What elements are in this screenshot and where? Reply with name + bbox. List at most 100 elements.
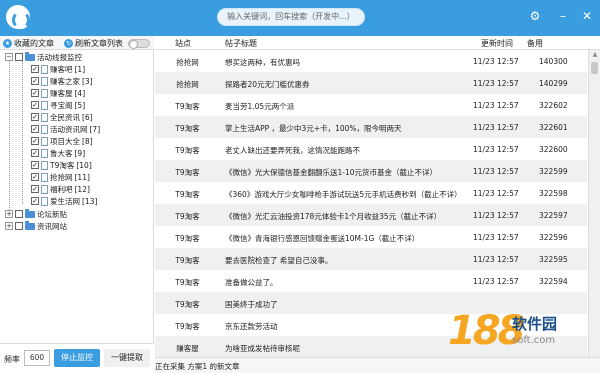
tree-item-label: 爱生活网 <box>50 196 80 206</box>
tree-item-label: T9淘客 <box>50 160 75 170</box>
checkbox-checked[interactable]: ✓ <box>31 161 39 169</box>
row-title[interactable]: 老丈人缺出还要弄死我，这情况能跑路不 <box>225 145 470 156</box>
close-icon[interactable]: ✕ <box>580 9 594 23</box>
table-row[interactable]: T9淘客 掌上生活APP ，最少中3元+卡，100%，限今明两天 11/23 1… <box>155 116 587 138</box>
checkbox-checked[interactable]: ✓ <box>31 137 39 145</box>
row-site: T9淘客 <box>175 168 200 177</box>
checkbox-checked[interactable]: ✓ <box>31 77 39 85</box>
table-row[interactable]: T9淘客 《360》游戏大厅少女咖啡枪手游试玩送5元手机话费秒到（截止不详） 1… <box>155 182 587 204</box>
row-title[interactable]: 京东还款劳活动 <box>225 321 470 332</box>
tree-guide-line <box>9 58 10 218</box>
auto-refresh-toggle[interactable] <box>128 39 150 49</box>
gear-icon[interactable]: ⚙ <box>528 9 542 23</box>
tree-group-activity[interactable]: − 活动线报监控 <box>5 51 82 63</box>
refresh-list-button[interactable]: ↻ 刷新文章列表 <box>64 37 123 49</box>
tree-item-label: 福利吧 <box>50 184 73 194</box>
row-title[interactable]: 国美终于成功了 <box>225 299 470 310</box>
tree-item-label: 项目大全 <box>50 136 80 146</box>
tree-group-label: 资讯网站 <box>37 221 67 231</box>
tree-guide-line <box>22 60 23 204</box>
row-id: 322594 <box>539 277 568 286</box>
row-site: T9淘客 <box>175 300 200 309</box>
row-title[interactable]: 掌上生活APP ，最少中3元+卡，100%，限今明两天 <box>225 123 470 134</box>
tree-item[interactable]: ✓ 寻宝阁 [5] <box>31 99 85 111</box>
tree-item[interactable]: ✓ 活动资讯网 [7] <box>31 123 100 135</box>
table-row[interactable]: T9淘客 麦当劳1.05元两个派 11/23 12:57 322602 <box>155 94 587 116</box>
tree-item[interactable]: ✓ 项目大全 [8] <box>31 135 93 147</box>
tree-item[interactable]: ✓ 爱生活网 [13] <box>31 195 97 207</box>
expand-icon[interactable]: + <box>5 222 13 230</box>
document-icon <box>41 148 48 158</box>
frequency-input[interactable]: 600 <box>24 350 50 366</box>
column-header-spare[interactable]: 备用 <box>527 38 543 49</box>
checkbox-checked[interactable]: ✓ <box>31 173 39 181</box>
row-title[interactable]: 麦当劳1.05元两个派 <box>225 101 470 112</box>
row-id: 322595 <box>539 255 568 264</box>
tree-item[interactable]: ✓ 福利吧 [12] <box>31 183 90 195</box>
checkbox[interactable] <box>15 210 23 218</box>
row-time: 11/23 12:57 <box>473 167 519 176</box>
row-title[interactable]: 《微信》青海银行感恩回馈赠金蛋送10M-1G（截止不详） <box>225 233 470 244</box>
document-icon <box>41 172 48 182</box>
row-title[interactable]: 准备做公益了。 <box>225 277 470 288</box>
checkbox[interactable] <box>15 53 23 61</box>
column-header-title[interactable]: 帖子标题 <box>225 38 257 49</box>
checkbox-checked[interactable]: ✓ <box>31 113 39 121</box>
checkbox-checked[interactable]: ✓ <box>31 149 39 157</box>
tree-item[interactable]: ✓ 鲁大客 [9] <box>31 147 85 159</box>
table-row[interactable]: T9淘客 准备做公益了。 11/23 12:57 322594 <box>155 270 587 292</box>
collapse-icon[interactable]: − <box>5 53 13 61</box>
row-title[interactable]: 《360》游戏大厅少女咖啡枪手游试玩送5元手机话费秒到（截止不详） <box>225 189 470 200</box>
tree-group-forum[interactable]: + 论坛新贴 <box>5 208 67 220</box>
table-row[interactable]: T9淘客 老丈人缺出还要弄死我，这情况能跑路不 11/23 12:57 3226… <box>155 138 587 160</box>
tree-item[interactable]: ✓ 抢抢网 [11] <box>31 171 90 183</box>
row-id: 322601 <box>539 123 568 132</box>
row-title[interactable]: 《微信》光大保德信基金翻翻乐送1-10元货币基金（截止不详） <box>225 167 470 178</box>
row-title[interactable]: 探路者20元无门槛优惠券 <box>225 79 470 90</box>
checkbox-checked[interactable]: ✓ <box>31 125 39 133</box>
table-row[interactable]: T9淘客 要去医院检查了 希望自己没事。 11/23 12:57 322595 <box>155 248 587 270</box>
tree-item[interactable]: ✓ 赚客吧 [1] <box>31 63 85 75</box>
table-row[interactable]: 抢抢网 探路者20元无门槛优惠券 11/23 12:57 140299 <box>155 72 587 94</box>
row-site: T9淘客 <box>175 190 200 199</box>
extract-button[interactable]: 一键提取 <box>104 349 150 367</box>
row-site: T9淘客 <box>175 322 200 331</box>
tree-item[interactable]: ✓ 赚客屋 [4] <box>31 87 85 99</box>
minimize-icon[interactable]: – <box>556 9 570 23</box>
row-title[interactable]: 为啥亚成发帖待审核呢 <box>225 343 470 354</box>
checkbox-checked[interactable]: ✓ <box>31 185 39 193</box>
table-row[interactable]: T9淘客 《微信》光大保德信基金翻翻乐送1-10元货币基金（截止不详） 11/2… <box>155 160 587 182</box>
checkbox-checked[interactable]: ✓ <box>31 197 39 205</box>
row-id: 140300 <box>539 57 568 66</box>
document-icon <box>41 160 48 170</box>
document-icon <box>41 100 48 110</box>
row-time: 11/23 12:57 <box>473 255 519 264</box>
table-row[interactable]: T9淘客 《微信》青海银行感恩回馈赠金蛋送10M-1G（截止不详） 11/23 … <box>155 226 587 248</box>
tree-item-label: 寻宝阁 <box>50 100 73 110</box>
collected-articles-button[interactable]: ★ 收藏的文章 <box>3 37 54 49</box>
checkbox[interactable] <box>15 222 23 230</box>
row-title[interactable]: 想买这两种，有优惠吗 <box>225 57 470 68</box>
tree-item[interactable]: ✓ 赚客之家 [3] <box>31 75 93 87</box>
tree-group-news[interactable]: + 资讯网站 <box>5 220 67 232</box>
tree-item[interactable]: ✓ T9淘客 [10] <box>31 159 92 171</box>
checkbox-checked[interactable]: ✓ <box>31 89 39 97</box>
row-title[interactable]: 《微信》光汇云油投资178元体验卡1个月收益35元（截止不详） <box>225 211 470 222</box>
tree-item[interactable]: ✓ 全民资讯 [6] <box>31 111 93 123</box>
table-row[interactable]: T9淘客 《微信》光汇云油投资178元体验卡1个月收益35元（截止不详） 11/… <box>155 204 587 226</box>
scrollbar-thumb[interactable] <box>591 62 598 74</box>
checkbox-checked[interactable]: ✓ <box>31 101 39 109</box>
source-tree: − 活动线报监控 ✓ 赚客吧 [1] ✓ 赚客之家 [3] ✓ 赚客屋 [4] … <box>0 50 154 343</box>
stop-monitor-button[interactable]: 停止监控 <box>54 349 100 367</box>
expand-icon[interactable]: + <box>5 210 13 218</box>
checkbox-checked[interactable]: ✓ <box>31 65 39 73</box>
search-input[interactable]: 输入关键词，回车搜索（开发中...） <box>217 8 365 26</box>
scroll-up-icon[interactable]: ▲ <box>591 52 599 58</box>
column-header-time[interactable]: 更新时间 <box>481 38 513 49</box>
row-time: 11/23 12:57 <box>473 123 519 132</box>
tree-item-label: 抢抢网 <box>50 172 73 182</box>
row-title[interactable]: 要去医院检查了 希望自己没事。 <box>225 255 470 266</box>
table-row[interactable]: 抢抢网 想买这两种，有优惠吗 11/23 12:57 140300 <box>155 50 587 72</box>
column-header-site[interactable]: 站点 <box>175 38 191 49</box>
tree-item-label: 鲁大客 <box>50 148 73 158</box>
